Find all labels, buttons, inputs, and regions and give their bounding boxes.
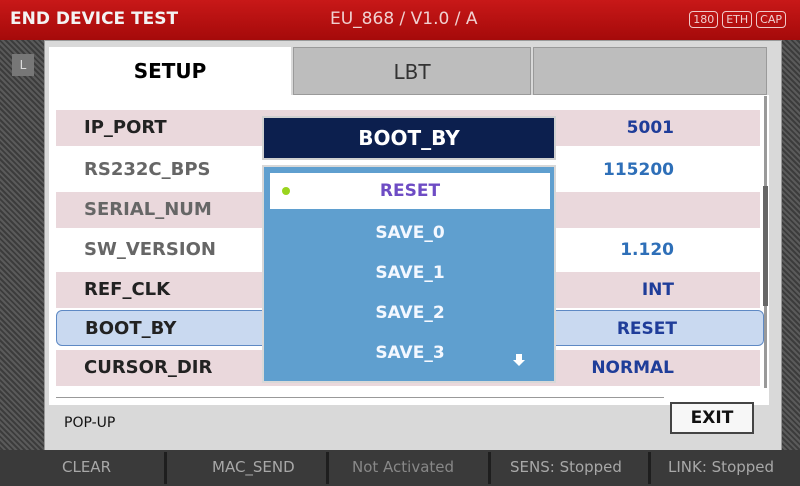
row-label: RS232C_BPS	[84, 159, 211, 180]
status-divider	[488, 452, 491, 484]
scrollbar-thumb[interactable]	[763, 186, 768, 306]
badge-180: 180	[689, 11, 719, 28]
row-value: 115200	[603, 160, 674, 180]
footer-divider	[56, 397, 664, 398]
option-label: SAVE_2	[375, 303, 445, 323]
link-status: LINK: Stopped	[668, 458, 775, 476]
status-divider	[164, 452, 167, 484]
row-label: BOOT_BY	[85, 318, 177, 339]
option-label: SAVE_1	[375, 263, 445, 283]
row-value: NORMAL	[591, 358, 674, 378]
popup-option-list[interactable]: RESET SAVE_0 SAVE_1 SAVE_2 SAVE_3	[262, 165, 556, 383]
option-save-1[interactable]: SAVE_1	[270, 255, 550, 291]
row-value: RESET	[616, 319, 677, 339]
option-label: RESET	[379, 181, 441, 201]
status-badges: 180 ETH CAP	[689, 11, 786, 28]
badge-eth: ETH	[722, 11, 753, 28]
clear-softkey[interactable]: CLEAR	[62, 458, 111, 476]
activation-status: Not Activated	[352, 458, 455, 476]
tab-empty[interactable]	[533, 47, 767, 95]
app-title: END DEVICE TEST	[10, 9, 179, 29]
option-label: SAVE_3	[375, 343, 445, 363]
tab-lbt[interactable]: LBT	[293, 47, 531, 95]
row-value: 1.120	[620, 240, 674, 260]
row-label: SW_VERSION	[84, 239, 216, 260]
title-bar: END DEVICE TEST EU_868 / V1.0 / A 180 ET…	[0, 0, 800, 40]
row-label: IP_PORT	[84, 117, 167, 138]
exit-button[interactable]: EXIT	[670, 402, 754, 434]
side-key-l[interactable]: L	[12, 54, 34, 76]
row-value: INT	[641, 280, 674, 300]
row-label: SERIAL_NUM	[84, 199, 212, 220]
selected-dot-icon	[282, 187, 290, 195]
mac-send-softkey[interactable]: MAC_SEND	[212, 458, 295, 476]
popup-title: BOOT_BY	[262, 116, 556, 160]
band-version: EU_868 / V1.0 / A	[330, 9, 478, 29]
option-label: SAVE_0	[375, 223, 445, 243]
option-save-3[interactable]: SAVE_3	[270, 335, 550, 371]
option-save-2[interactable]: SAVE_2	[270, 295, 550, 331]
option-reset[interactable]: RESET	[270, 173, 550, 209]
status-divider	[648, 452, 651, 484]
mode-label: POP-UP	[64, 415, 116, 431]
status-divider	[326, 452, 329, 484]
row-value: 5001	[626, 118, 674, 138]
sens-status: SENS: Stopped	[510, 458, 622, 476]
option-save-0[interactable]: SAVE_0	[270, 215, 550, 251]
tab-setup[interactable]: SETUP	[49, 47, 291, 95]
row-label: CURSOR_DIR	[84, 357, 213, 378]
row-label: REF_CLK	[84, 279, 171, 300]
scroll-down-arrow-icon[interactable]	[512, 353, 526, 367]
badge-cap: CAP	[756, 11, 786, 28]
